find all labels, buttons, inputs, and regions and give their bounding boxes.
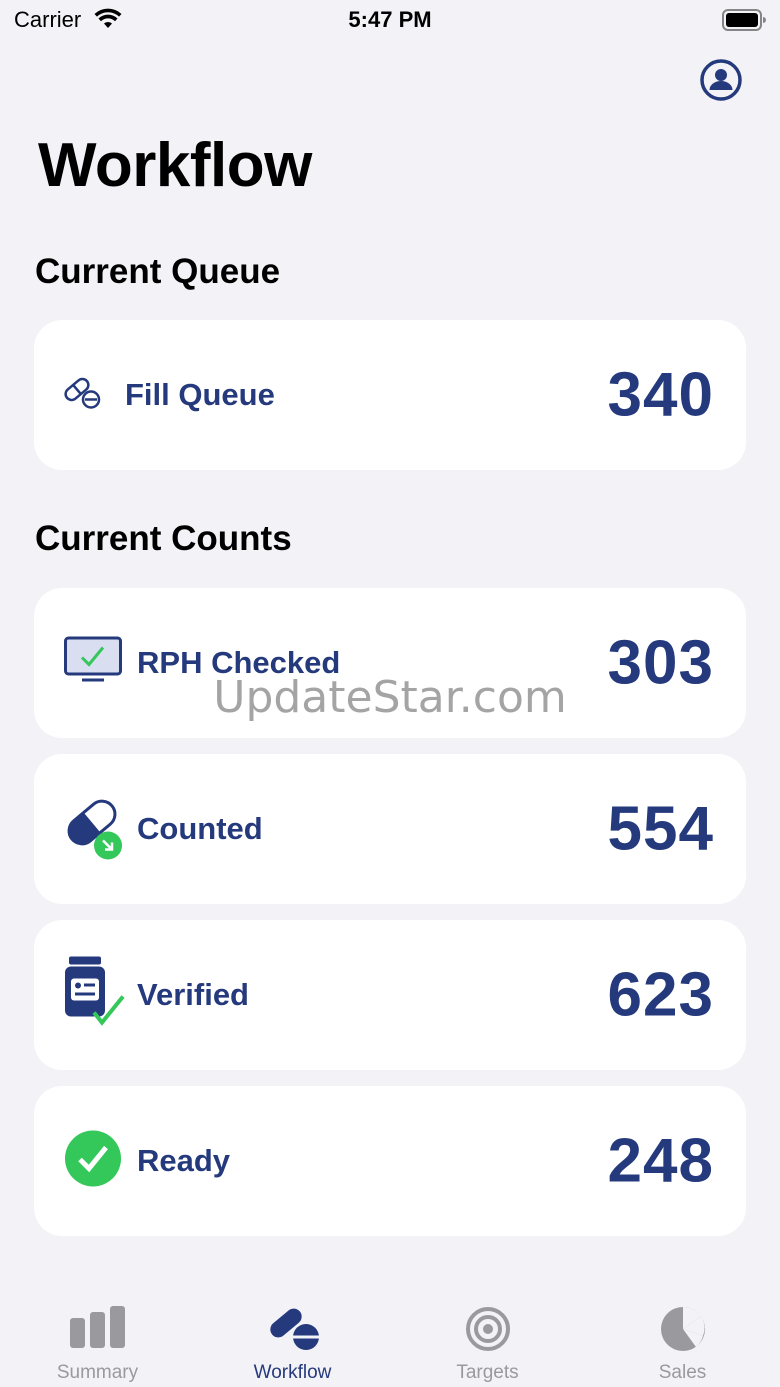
battery-icon xyxy=(722,9,766,36)
clock: 5:47 PM xyxy=(348,7,432,32)
tab-sales[interactable]: Sales xyxy=(585,1290,780,1387)
section-title-counts: Current Counts xyxy=(35,519,292,558)
verified-card[interactable]: Verified 623 xyxy=(34,920,746,1070)
bar-chart-icon xyxy=(69,1306,126,1353)
tab-targets[interactable]: Targets xyxy=(390,1290,585,1387)
fill-queue-label: Fill Queue xyxy=(125,377,275,412)
page-title: Workflow xyxy=(38,131,312,200)
section-title-queue: Current Queue xyxy=(35,252,281,291)
ready-label: Ready xyxy=(137,1143,231,1178)
fill-queue-value: 340 xyxy=(607,360,714,430)
ready-card[interactable]: Ready 248 xyxy=(34,1086,746,1236)
tab-summary[interactable]: Summary xyxy=(0,1290,195,1387)
capsule-arrow-icon xyxy=(64,793,124,866)
verified-label: Verified xyxy=(137,977,249,1012)
ready-value: 248 xyxy=(607,1126,714,1196)
tab-workflow[interactable]: Workflow xyxy=(195,1290,390,1387)
user-circle-icon xyxy=(700,59,742,101)
pie-chart-icon xyxy=(660,1306,706,1357)
fill-queue-card[interactable]: Fill Queue 340 xyxy=(34,320,746,470)
profile-button[interactable] xyxy=(699,58,743,102)
tab-summary-label: Summary xyxy=(56,1362,139,1383)
pills-icon xyxy=(266,1306,320,1357)
watermark: UpdateStar.com xyxy=(213,672,567,723)
tab-targets-label: Targets xyxy=(456,1362,519,1383)
tab-sales-label: Sales xyxy=(658,1362,707,1383)
bottle-check-icon xyxy=(64,955,128,1036)
counted-value: 554 xyxy=(607,794,714,864)
target-icon xyxy=(465,1306,511,1357)
pill-icon xyxy=(62,375,102,416)
status-bar: Carrier 5:47 PM xyxy=(0,0,780,44)
counted-card[interactable]: Counted 554 xyxy=(34,754,746,904)
tab-workflow-label: Workflow xyxy=(253,1362,332,1383)
tab-bar: Summary Workflow Targets Sales xyxy=(0,1290,780,1387)
check-circle-icon xyxy=(64,1130,122,1193)
verified-value: 623 xyxy=(607,960,714,1030)
counted-label: Counted xyxy=(137,811,263,846)
